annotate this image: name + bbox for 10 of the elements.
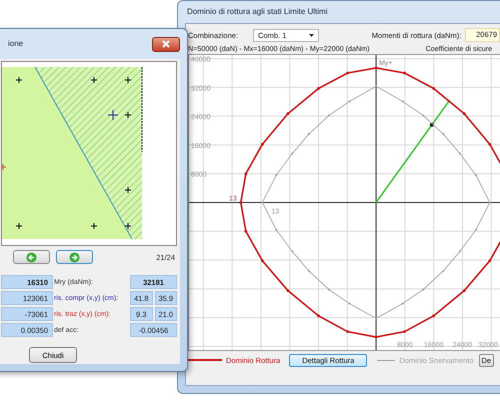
close-button[interactable] [152,36,180,52]
caret-icon [308,34,314,36]
arrow-left-icon [26,252,37,262]
data-point [430,122,434,127]
close-icon [162,40,170,48]
window-title: ione [7,38,24,50]
next-button[interactable] [56,250,93,264]
arrow-right-icon [69,252,80,262]
window-title: Dominio di rottura agli stati Limite Ultimi [186,6,328,18]
previous-button[interactable] [13,250,50,264]
